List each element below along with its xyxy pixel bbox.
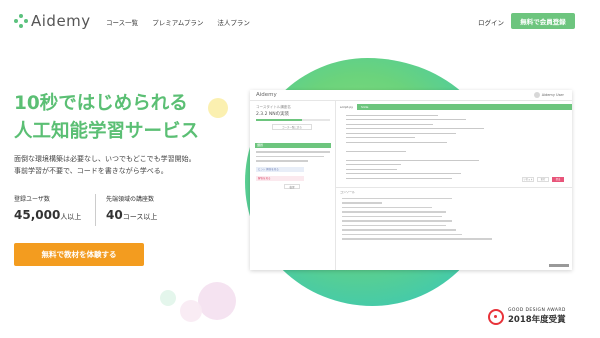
hero-title: 10秒ではじめられる 人工知能学習サービス bbox=[14, 90, 199, 146]
mockup-tab-editor: script.py bbox=[336, 104, 357, 110]
good-design-mark-icon bbox=[488, 308, 504, 325]
code-line-text bbox=[346, 123, 434, 125]
stat-courses-unit: コース以上 bbox=[122, 213, 158, 221]
stat-users-value: 45,000 bbox=[14, 208, 61, 222]
code-line-text bbox=[346, 119, 466, 121]
stat-courses-label: 先端領域の講座数 bbox=[106, 196, 155, 203]
mockup-code-editor: script.py Slide リセット 実行 提出 bbox=[336, 101, 572, 187]
stat-courses: 先端領域の講座数 40コース以上 bbox=[106, 194, 157, 222]
mockup-code-lines bbox=[340, 113, 570, 181]
mockup-task-text bbox=[256, 151, 330, 165]
mockup-user-name: Aidemy User bbox=[541, 93, 564, 97]
decorative-mint-dot bbox=[160, 290, 176, 306]
signup-button[interactable]: 無料で会員登録 bbox=[511, 13, 575, 29]
logo[interactable]: Aidemy bbox=[14, 12, 91, 30]
hero-description: 面倒な環境構築は必要なし、いつでもどこでも学習開始。 事前学習が不要で、コードを… bbox=[14, 153, 196, 177]
decorative-pink-blob bbox=[198, 282, 236, 320]
mockup-section-label: 2.3.2 NNの実装 bbox=[256, 112, 290, 117]
mockup-back-button: コース一覧に戻る bbox=[272, 124, 312, 130]
mockup-review-button: 復習 bbox=[284, 184, 300, 189]
mockup-task-header: 課題 bbox=[255, 143, 331, 148]
login-link[interactable]: ログイン bbox=[478, 17, 504, 27]
mockup-console-scroll bbox=[549, 264, 569, 267]
code-line-text bbox=[346, 177, 452, 179]
nav-corporate-plan[interactable]: 法人プラン bbox=[217, 17, 250, 27]
avatar bbox=[533, 92, 540, 98]
code-line-text bbox=[346, 132, 457, 134]
code-line-text bbox=[346, 173, 461, 175]
mockup-progress-fill bbox=[256, 119, 302, 121]
mockup-run-button: 実行 bbox=[537, 177, 549, 182]
logo-mark-icon bbox=[14, 14, 28, 28]
mockup-console-tab: コンソール bbox=[340, 190, 356, 194]
site-header: Aidemy コース一覧 プレミアムプラン 法人プラン ログイン 無料で会員登録 bbox=[0, 0, 600, 44]
stat-courses-value: 40 bbox=[106, 208, 123, 222]
code-line-text bbox=[346, 159, 480, 161]
try-free-button[interactable]: 無料で教材を体験する bbox=[14, 243, 144, 266]
main-nav: コース一覧 プレミアムプラン 法人プラン bbox=[106, 17, 250, 27]
mockup-topbar: Aidemy Aidemy User bbox=[250, 90, 572, 101]
hero-title-line2: 人工知能学習サービス bbox=[14, 121, 200, 142]
hero-desc-line1: 面倒な環境構築は必要なし、いつでもどこでも学習開始。 bbox=[14, 155, 196, 163]
mockup-editor-tabs: script.py Slide bbox=[336, 104, 572, 110]
mockup-tab-output: Slide bbox=[361, 105, 369, 109]
logo-text: Aidemy bbox=[31, 12, 91, 30]
mockup-editor-buttons: リセット 実行 提出 bbox=[522, 177, 564, 182]
code-line-text bbox=[346, 128, 484, 130]
stat-courses-value-wrap: 40コース以上 bbox=[106, 208, 157, 222]
mockup-logo: Aidemy bbox=[256, 92, 277, 98]
mockup-hint: ヒント 解答を見る bbox=[256, 167, 304, 172]
code-line-text bbox=[346, 141, 448, 143]
stat-users: 登録ユーザ数 45,000人以上 bbox=[14, 194, 81, 222]
stat-users-label: 登録ユーザ数 bbox=[14, 196, 50, 203]
award-year: 2018年度受賞 bbox=[508, 315, 566, 325]
hero-desc-line2: 事前学習が不要で、コードを書きながら学べる。 bbox=[14, 167, 168, 175]
stat-divider bbox=[95, 194, 96, 226]
code-line-text bbox=[346, 150, 406, 152]
mockup-course-label: コースタイトル講座名 bbox=[256, 105, 291, 109]
hero-title-line1: 10秒ではじめられる bbox=[14, 93, 188, 114]
mockup-submit-button: 提出 bbox=[552, 177, 564, 182]
mockup-reset-button: リセット bbox=[522, 177, 534, 182]
code-line-text bbox=[346, 164, 402, 166]
nav-premium-plan[interactable]: プレミアムプラン bbox=[152, 17, 203, 27]
decorative-yellow-dot bbox=[208, 98, 228, 118]
good-design-award: GOOD DESIGN AWARD 2018年度受賞 bbox=[488, 308, 566, 325]
mockup-progress-bar bbox=[256, 119, 330, 121]
app-mockup: Aidemy Aidemy User コースタイトル講座名 2.3.2 NNの実… bbox=[250, 90, 572, 270]
stat-users-value-wrap: 45,000人以上 bbox=[14, 208, 81, 222]
code-line-text bbox=[346, 114, 438, 116]
mockup-lesson-panel: コースタイトル講座名 2.3.2 NNの実装 コース一覧に戻る 課題 ヒント 解… bbox=[250, 101, 336, 270]
mockup-console-output bbox=[342, 198, 542, 243]
decorative-pink-dot bbox=[180, 300, 202, 322]
mockup-console: コンソール bbox=[336, 187, 572, 270]
code-line-text bbox=[346, 168, 397, 170]
mockup-answer: 解答を見る bbox=[256, 176, 304, 181]
award-text: GOOD DESIGN AWARD 2018年度受賞 bbox=[508, 308, 566, 325]
code-line-text bbox=[346, 137, 415, 139]
mockup-user: Aidemy User bbox=[533, 92, 564, 98]
nav-course-list[interactable]: コース一覧 bbox=[106, 17, 138, 27]
stat-users-unit: 人以上 bbox=[60, 213, 82, 221]
